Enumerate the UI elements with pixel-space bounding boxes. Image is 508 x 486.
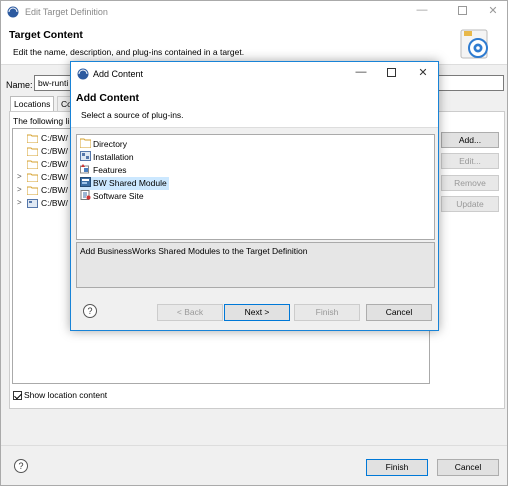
eclipse-icon [77, 68, 89, 80]
location-label: C:/BW/ [41, 159, 68, 169]
installation-icon [27, 199, 38, 208]
help-button[interactable]: ? [14, 459, 28, 473]
checkbox-checked-icon[interactable] [13, 391, 22, 401]
dialog-button-bar: ? < Back Next > Finish Cancel [71, 295, 438, 330]
add-content-dialog: Add Content — ✕ Add Content Select a sou… [70, 61, 439, 331]
wizard-header: Target Content Edit the name, descriptio… [1, 23, 507, 65]
maximize-button[interactable] [381, 66, 401, 82]
close-button[interactable]: ✕ [479, 4, 507, 20]
folder-icon [27, 134, 38, 143]
dialog-titlebar: Add Content — ✕ [71, 62, 438, 86]
source-item-bw-shared-module[interactable]: BW Shared Module [80, 177, 169, 190]
maximize-button[interactable] [448, 4, 476, 20]
dialog-header-description: Select a source of plug-ins. [81, 110, 184, 120]
eclipse-icon [7, 6, 19, 18]
target-definition-icon [460, 29, 488, 59]
source-item-directory[interactable]: Directory [80, 138, 129, 151]
location-label: C:/BW/ [41, 146, 68, 156]
name-label: Name: [6, 80, 33, 90]
folder-icon [27, 160, 38, 169]
location-label: C:/BW/ [41, 172, 68, 182]
expand-toggle[interactable]: > [17, 185, 22, 194]
next-button[interactable]: Next > [224, 304, 290, 321]
minimize-button[interactable]: — [351, 66, 371, 82]
source-item-software-site[interactable]: Software Site [80, 190, 146, 203]
folder-icon [27, 186, 38, 195]
outer-button-bar: ? Finish Cancel [1, 445, 507, 485]
location-label: C:/BW/ [41, 185, 68, 195]
source-item-features[interactable]: Features [80, 164, 129, 177]
dialog-header: Add Content Select a source of plug-ins. [71, 86, 438, 128]
folder-icon [27, 147, 38, 156]
cancel-button[interactable]: Cancel [366, 304, 432, 321]
dialog-header-title: Add Content [76, 92, 139, 104]
source-label: BW Shared Module [93, 178, 167, 188]
software-site-icon [80, 190, 91, 200]
help-button[interactable]: ? [83, 304, 97, 318]
source-item-installation[interactable]: Installation [80, 151, 136, 164]
features-icon [80, 164, 89, 174]
outer-titlebar: Edit Target Definition — ✕ [1, 1, 507, 23]
page-title: Target Content [9, 29, 83, 41]
source-description: Add BusinessWorks Shared Modules to the … [76, 242, 435, 288]
expand-toggle[interactable]: > [17, 172, 22, 181]
dialog-title: Add Content [93, 69, 144, 79]
show-location-content-label: Show location content [24, 390, 108, 400]
location-label: C:/BW/ [41, 133, 68, 143]
expand-toggle[interactable]: > [17, 198, 22, 207]
source-label: Features [93, 165, 127, 175]
back-button[interactable]: < Back [157, 304, 223, 321]
add-button[interactable]: Add... [441, 132, 499, 148]
remove-button[interactable]: Remove [441, 175, 499, 191]
close-button[interactable]: ✕ [413, 66, 433, 82]
installation-icon [80, 151, 91, 161]
source-label: Installation [93, 152, 134, 162]
finish-button[interactable]: Finish [294, 304, 360, 321]
folder-icon [80, 138, 91, 148]
folder-icon [27, 173, 38, 182]
window-title: Edit Target Definition [25, 7, 108, 17]
finish-button[interactable]: Finish [366, 459, 428, 476]
show-location-content-checkbox[interactable]: Show location content [13, 390, 108, 401]
source-label: Directory [93, 139, 128, 149]
source-list[interactable]: Directory Installation Features BW Share… [76, 134, 435, 240]
update-button[interactable]: Update [441, 196, 499, 212]
cancel-button[interactable]: Cancel [437, 459, 499, 476]
tab-locations[interactable]: Locations [10, 96, 55, 112]
source-label: Software Site [93, 191, 144, 201]
panel-intro-text: The following li [13, 116, 70, 126]
minimize-button[interactable]: — [408, 4, 436, 20]
bw-module-icon [80, 177, 91, 187]
edit-button[interactable]: Edit... [441, 153, 499, 169]
page-description: Edit the name, description, and plug-ins… [13, 47, 245, 57]
location-label: C:/BW/ [41, 198, 68, 208]
